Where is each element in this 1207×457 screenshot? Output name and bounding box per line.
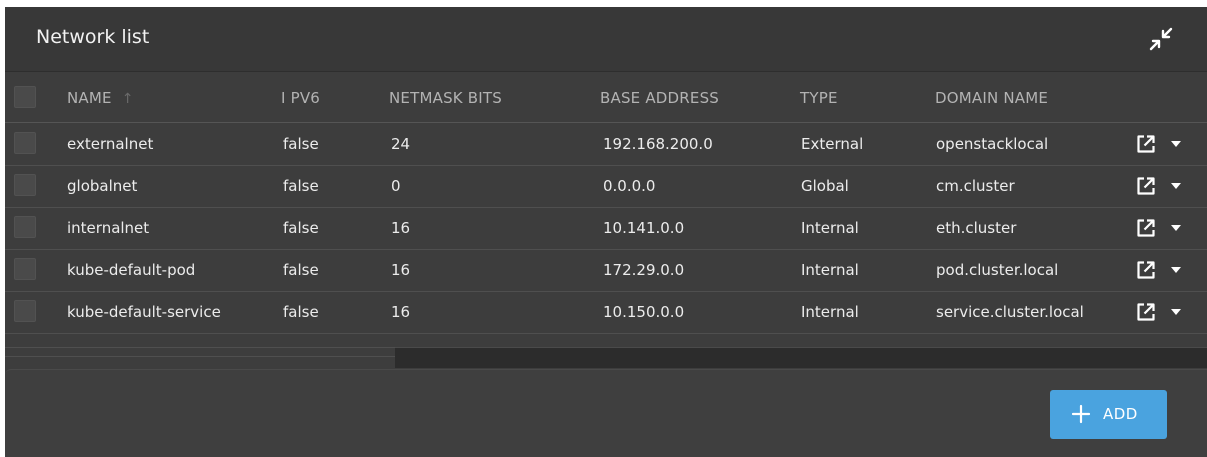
caret-down-icon[interactable] bbox=[1170, 224, 1182, 232]
cell-ipv6: false bbox=[283, 177, 319, 195]
scrollbar-track-left bbox=[5, 347, 395, 357]
cell-domain: openstacklocal bbox=[936, 135, 1049, 153]
column-header-type[interactable]: TYPE bbox=[800, 89, 838, 107]
row-checkbox[interactable] bbox=[14, 132, 36, 154]
cell-base-address: 172.29.0.0 bbox=[603, 261, 685, 279]
open-external-icon[interactable] bbox=[1136, 176, 1156, 196]
cell-ipv6: false bbox=[283, 219, 319, 237]
cell-ipv6: false bbox=[283, 135, 319, 153]
cell-domain: eth.cluster bbox=[936, 219, 1017, 237]
table-header: NAME ↑ I PV6 NETMASK BITS BASE ADDRESS TY… bbox=[5, 72, 1207, 123]
collapse-icon[interactable] bbox=[1148, 26, 1174, 52]
column-header-name-label: NAME bbox=[67, 89, 112, 107]
table-row[interactable]: kube-default-service false 16 10.150.0.0… bbox=[5, 291, 1207, 334]
caret-down-icon[interactable] bbox=[1170, 182, 1182, 190]
row-checkbox[interactable] bbox=[14, 174, 36, 196]
panel-footer bbox=[5, 369, 1207, 457]
row-checkbox[interactable] bbox=[14, 258, 36, 280]
cell-netmask: 16 bbox=[391, 303, 411, 321]
cell-name: globalnet bbox=[67, 177, 138, 195]
table-row[interactable]: globalnet false 0 0.0.0.0 Global cm.clus… bbox=[5, 165, 1207, 208]
cell-name: internalnet bbox=[67, 219, 150, 237]
cell-domain: service.cluster.local bbox=[936, 303, 1084, 321]
caret-down-icon[interactable] bbox=[1170, 266, 1182, 274]
row-checkbox[interactable] bbox=[14, 300, 36, 322]
cell-domain: cm.cluster bbox=[936, 177, 1015, 195]
table-row[interactable]: kube-default-pod false 16 172.29.0.0 Int… bbox=[5, 249, 1207, 292]
open-external-icon[interactable] bbox=[1136, 302, 1156, 322]
arrow-up-icon: ↑ bbox=[121, 91, 134, 107]
cell-type: Internal bbox=[801, 303, 859, 321]
panel-titlebar: Network list bbox=[5, 7, 1207, 72]
cell-netmask: 16 bbox=[391, 219, 411, 237]
row-checkbox[interactable] bbox=[14, 216, 36, 238]
column-header-base-address[interactable]: BASE ADDRESS bbox=[600, 89, 719, 107]
plus-icon bbox=[1071, 404, 1091, 424]
panel-title: Network list bbox=[36, 26, 150, 48]
column-header-netmask[interactable]: NETMASK BITS bbox=[389, 89, 502, 107]
cell-type: Internal bbox=[801, 261, 859, 279]
cell-name: kube-default-pod bbox=[67, 261, 196, 279]
cell-base-address: 10.150.0.0 bbox=[603, 303, 685, 321]
open-external-icon[interactable] bbox=[1136, 260, 1156, 280]
column-header-domain[interactable]: DOMAIN NAME bbox=[935, 89, 1048, 107]
column-header-ipv6[interactable]: I PV6 bbox=[281, 89, 320, 107]
cell-ipv6: false bbox=[283, 261, 319, 279]
table-row[interactable]: internalnet false 16 10.141.0.0 Internal… bbox=[5, 207, 1207, 250]
cell-domain: pod.cluster.local bbox=[936, 261, 1059, 279]
cell-netmask: 24 bbox=[391, 135, 411, 153]
table-row[interactable]: externalnet false 24 192.168.200.0 Exter… bbox=[5, 123, 1207, 166]
cell-netmask: 16 bbox=[391, 261, 411, 279]
cell-ipv6: false bbox=[283, 303, 319, 321]
cell-base-address: 192.168.200.0 bbox=[603, 135, 713, 153]
add-button[interactable]: ADD bbox=[1050, 390, 1167, 439]
open-external-icon[interactable] bbox=[1136, 218, 1156, 238]
caret-down-icon[interactable] bbox=[1170, 308, 1182, 316]
network-list-panel: Network list NAME ↑ I PV6 NETMASK BITS BA… bbox=[5, 7, 1207, 457]
add-button-label: ADD bbox=[1103, 405, 1138, 423]
cell-name: kube-default-service bbox=[67, 303, 221, 321]
cell-type: Global bbox=[801, 177, 849, 195]
caret-down-icon[interactable] bbox=[1170, 140, 1182, 148]
select-all-checkbox[interactable] bbox=[14, 86, 36, 108]
cell-base-address: 0.0.0.0 bbox=[603, 177, 656, 195]
cell-type: Internal bbox=[801, 219, 859, 237]
cell-type: External bbox=[801, 135, 864, 153]
cell-netmask: 0 bbox=[391, 177, 401, 195]
cell-name: externalnet bbox=[67, 135, 154, 153]
cell-base-address: 10.141.0.0 bbox=[603, 219, 685, 237]
scrollbar-thumb[interactable] bbox=[395, 347, 1207, 368]
open-external-icon[interactable] bbox=[1136, 134, 1156, 154]
column-header-name[interactable]: NAME ↑ bbox=[67, 89, 134, 107]
